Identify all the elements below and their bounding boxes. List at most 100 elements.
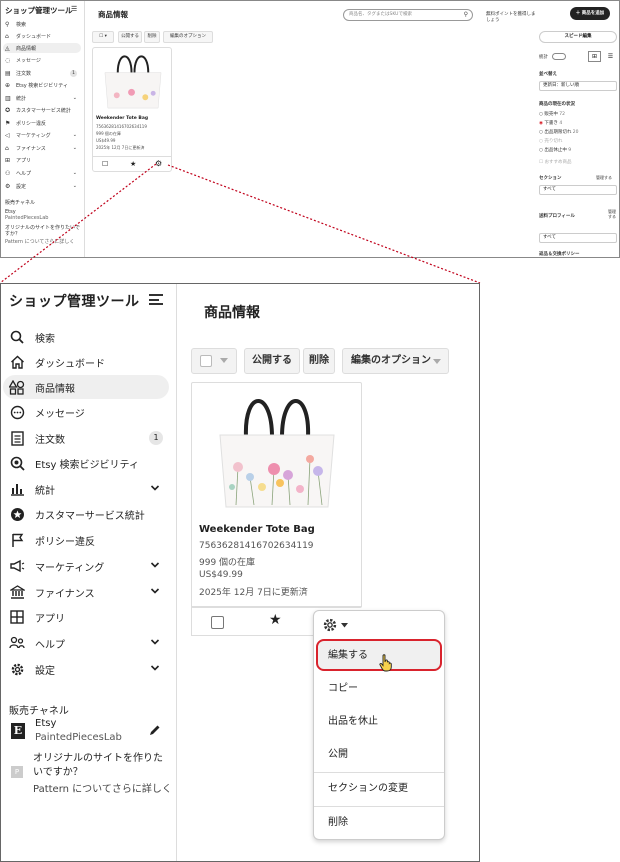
star-badge-icon <box>9 506 25 522</box>
orders-count-badge: 1 <box>149 431 163 445</box>
publish-button[interactable]: 公開する <box>244 348 300 374</box>
thumb-nav-orders[interactable]: ▤ 注文数 1 <box>3 68 81 78</box>
thumb-pattern-link[interactable]: Pattern についてさらに詳しく <box>5 238 83 245</box>
thumb-etsy-shop: PaintedPiecesLab <box>5 215 49 221</box>
sidebar-item-finance[interactable]: ファイナンス <box>3 580 169 604</box>
star-icon[interactable]: ★ <box>269 612 282 628</box>
pattern-promo[interactable]: P オリジナルのサイトを作りたいですか？ Pattern についてさらに詳しく <box>9 750 172 800</box>
shipping-manage-link[interactable]: 管理する <box>608 209 616 219</box>
select-all-dropdown[interactable] <box>191 348 237 374</box>
status-option-paused[interactable]: ○ 出品休止中 9 <box>539 147 571 153</box>
section-select[interactable]: すべて <box>539 185 617 195</box>
sidebar-item-cs-stats[interactable]: カスタマーサービス統計 <box>3 502 169 526</box>
thumb-product-card[interactable]: Weekender Tote Bag 75636281416702634119 … <box>92 47 172 172</box>
shipping-select[interactable]: すべて <box>539 233 617 243</box>
status-option-expired[interactable]: ○ 出品期限切れ 20 <box>539 129 579 135</box>
thumb-product-title[interactable]: Weekender Tote Bag <box>96 116 148 121</box>
thumb-nav-cs-stats[interactable]: ✪ カスタマーサービス統計 <box>3 105 81 115</box>
thumb-channels-title: 販売チャネル <box>5 200 35 206</box>
sidebar-item-stats[interactable]: 統計 <box>3 477 169 501</box>
sidebar-item-policy[interactable]: ポリシー違反 <box>3 528 169 552</box>
sidebar-item-search[interactable]: 検索 <box>3 325 169 349</box>
select-all-checkbox[interactable] <box>200 355 212 367</box>
sidebar-item-messages[interactable]: メッセージ <box>3 400 169 424</box>
status-option-draft[interactable]: ◉ 下書き 4 <box>539 120 562 126</box>
menu-item-change-section[interactable]: セクションの変更 <box>314 773 444 805</box>
sidebar-item-apps[interactable]: アプリ <box>3 605 169 629</box>
gear-icon[interactable]: ⚙ <box>155 159 162 168</box>
sidebar-item-marketing[interactable]: マーケティング <box>3 554 169 578</box>
menu-item-publish[interactable]: 公開 <box>314 739 444 771</box>
pattern-learn-more-link[interactable]: Pattern についてさらに詳しく <box>33 780 173 795</box>
thumb-select-all[interactable]: ☐ ▾ <box>92 31 114 43</box>
sidebar-item-dashboard[interactable]: ダッシュボード <box>3 350 169 374</box>
star-icon[interactable]: ★ <box>130 160 136 168</box>
product-image[interactable] <box>214 387 340 513</box>
search-icon <box>9 329 25 345</box>
sidebar-item-search-visibility[interactable]: Etsy 検索ビジビリティ <box>3 451 169 475</box>
sidebar-item-orders[interactable]: 注文数 1 <box>3 426 169 450</box>
menu-item-delete[interactable]: 削除 <box>314 807 444 839</box>
product-card[interactable]: Weekender Tote Bag 75636281416702634119 … <box>191 382 362 608</box>
star-badge-icon: ✪ <box>5 106 11 114</box>
sidebar-item-settings[interactable]: 設定 <box>3 657 169 681</box>
status-option-active[interactable]: ○ 販売中 72 <box>539 111 565 117</box>
grid-view-icon[interactable]: ⊞ <box>588 51 601 62</box>
thumb-publish-button[interactable]: 公開する <box>118 31 142 43</box>
sort-label: 並べ替え <box>539 72 557 77</box>
sidebar-item-label: ポリシー違反 <box>35 536 95 548</box>
thumb-nav-stats[interactable]: ▥ 統計 ⌄ <box>3 93 81 103</box>
thumb-nav-settings[interactable]: ⚙ 設定 ⌄ <box>3 181 81 191</box>
thumb-edit-options-button[interactable]: 編集のオプション <box>163 31 213 43</box>
etsy-channel[interactable]: E Etsy PaintedPiecesLab <box>9 718 169 748</box>
thumb-promo-link[interactable]: 無料ポイントを獲得しましょう <box>486 11 536 23</box>
sidebar-item-help[interactable]: ヘルプ <box>3 631 169 655</box>
sidebar-item-listings[interactable]: 商品情報 <box>3 375 169 399</box>
thumb-nav-visibility[interactable]: ⊕ Etsy 検索ビジビリティ <box>3 80 81 90</box>
section-manage-link[interactable]: 管理する <box>596 175 612 181</box>
product-select-checkbox[interactable] <box>211 616 224 629</box>
thumb-nav-marketing[interactable]: ◁ マーケティング ⌄ <box>3 130 81 140</box>
edit-pencil-icon[interactable] <box>149 724 161 736</box>
delete-button[interactable]: 削除 <box>303 348 335 374</box>
thumb-nav-policy[interactable]: ⚑ ポリシー違反 <box>3 118 81 128</box>
pattern-logo-icon: P <box>11 766 23 778</box>
zoomed-view: ショップ管理ツール 検索 ダッシュボード 商品情報 メッセージ 注文数 1 Et… <box>0 283 480 862</box>
orders-icon <box>9 430 25 446</box>
edit-options-button[interactable]: 編集のオプション <box>342 348 449 374</box>
thumb-nav-finance[interactable]: ⌂ ファイナンス ⌄ <box>3 143 81 153</box>
sidebar-item-label: 検索 <box>35 333 55 345</box>
stats-toggle[interactable] <box>552 53 566 60</box>
menu-item-deactivate[interactable]: 出品を休止 <box>314 706 444 738</box>
featured-checkbox[interactable]: ☐ おすすめ商品 <box>539 159 571 165</box>
thumb-nav-search[interactable]: ⚲ 検索 <box>3 19 81 29</box>
thumb-nav-messages[interactable]: ◌ メッセージ <box>3 55 81 65</box>
list-view-icon[interactable]: ☰ <box>604 51 617 62</box>
sidebar-item-label: Etsy 検索ビジビリティ <box>35 459 139 471</box>
etsy-logo-icon: E <box>11 723 25 739</box>
thumb-delete-button[interactable]: 削除 <box>144 31 160 43</box>
thumb-hamburger-icon[interactable]: ☰ <box>71 5 77 13</box>
product-title[interactable]: Weekender Tote Bag <box>199 524 315 535</box>
thumb-nav-dashboard[interactable]: ⌂ ダッシュボード <box>3 31 81 41</box>
stats-toggle-label: 統計 <box>539 55 548 60</box>
sort-select[interactable]: 更新日：新しい順 <box>539 81 617 91</box>
sidebar-item-label: アプリ <box>35 613 65 625</box>
people-icon: ⚇ <box>5 169 11 177</box>
menu-item-copy[interactable]: コピー <box>314 673 444 705</box>
thumb-product-price: US$49.99 <box>96 138 116 143</box>
thumb-nav-apps[interactable]: ⊞ アプリ <box>3 155 81 165</box>
speed-edit-button[interactable]: スピード編集 <box>539 31 617 43</box>
status-option-soldout[interactable]: ○ 売り切れ <box>539 138 562 144</box>
caret-down-icon <box>220 358 228 363</box>
thumb-card-checkbox[interactable]: ☐ <box>102 160 108 168</box>
search-icon: ⚲ <box>5 20 10 28</box>
hamburger-icon[interactable] <box>149 294 163 305</box>
page-title: 商品情報 <box>204 305 260 321</box>
megaphone-icon: ◁ <box>5 131 10 139</box>
listing-settings-toggle[interactable] <box>322 617 362 633</box>
thumb-nav-help[interactable]: ⚇ ヘルプ ⌄ <box>3 168 81 178</box>
thumb-search-input[interactable]: 商品名、タグまたはSKUで検索 ⚲ <box>343 9 473 21</box>
thumb-nav-listings[interactable]: ◬ 商品情報 <box>3 43 81 53</box>
returns-label: 返品＆交換ポリシー <box>539 252 580 257</box>
